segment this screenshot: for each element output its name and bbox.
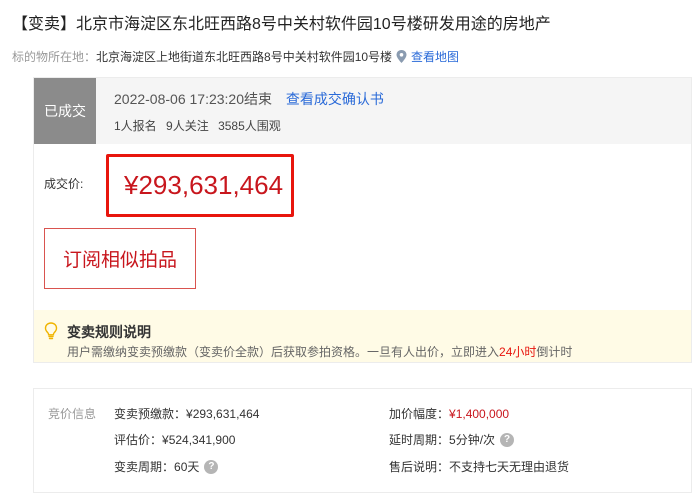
period-row: 变卖周期： 60天 ?: [114, 458, 219, 475]
rules-title: 变卖规则说明: [67, 324, 151, 340]
deposit-row: 变卖预缴款： ¥293,631,464: [114, 405, 259, 422]
rules-text-after: 倒计时: [536, 345, 573, 359]
period-help-icon[interactable]: ?: [204, 459, 219, 474]
page-title: 【变卖】北京市海淀区东北旺西路8号中关村软件园10号楼研发用途的房地产: [12, 16, 551, 33]
follower-count: 9人关注: [166, 119, 209, 133]
increment-label: 加价幅度：: [389, 407, 450, 421]
extension-help-icon[interactable]: ?: [500, 432, 515, 447]
viewer-count: 3585人围观: [218, 119, 281, 133]
location-row: 标的物所在地： 北京海淀区上地街道东北旺西路8号中关村软件园10号楼 查看地图: [12, 48, 459, 65]
deposit-label: 变卖预缴款：: [114, 407, 187, 421]
increment-row: 加价幅度： ¥1,400,000: [389, 405, 509, 422]
signup-count: 1人报名: [114, 119, 157, 133]
appraisal-value: ¥524,341,900: [162, 432, 236, 447]
appraisal-row: 评估价： ¥524,341,900: [114, 431, 235, 448]
bidding-info-panel: 竞价信息 变卖预缴款： ¥293,631,464 加价幅度： ¥1,400,00…: [33, 388, 692, 493]
status-bar: 已成交 2022-08-06 17:23:20结束 查看成交确认书 1人报名 9…: [34, 78, 691, 144]
extension-row: 延时周期： 5分钟/次 ?: [389, 431, 515, 448]
auction-result-panel: 已成交 2022-08-06 17:23:20结束 查看成交确认书 1人报名 9…: [33, 77, 692, 363]
deposit-value: ¥293,631,464: [186, 406, 260, 421]
rules-notice: 变卖规则说明 用户需缴纳变卖预缴款（变卖价全款）后获取参拍资格。一旦有人出价，立…: [34, 310, 691, 362]
end-time-row: 2022-08-06 17:23:20结束 查看成交确认书: [114, 89, 384, 109]
location-address: 北京海淀区上地街道东北旺西路8号中关村软件园10号楼: [96, 50, 393, 64]
location-label: 标的物所在地：: [12, 50, 97, 64]
extension-value: 5分钟/次: [449, 433, 496, 447]
view-confirmation-link[interactable]: 查看成交确认书: [286, 91, 384, 107]
rules-text: 用户需缴纳变卖预缴款（变卖价全款）后获取参拍资格。一旦有人出价，立即进入24小时…: [67, 343, 572, 360]
aftersale-value: 不支持七天无理由退货: [449, 460, 570, 474]
aftersale-label: 售后说明：: [389, 460, 450, 474]
period-value: 60天: [174, 460, 200, 474]
deal-price-highlight: ¥293,631,464: [106, 154, 294, 217]
auction-stats: 1人报名 9人关注 3585人围观: [114, 117, 287, 134]
extension-label: 延时周期：: [389, 433, 450, 447]
rules-text-before: 用户需缴纳变卖预缴款（变卖价全款）后获取参拍资格。一旦有人出价，立即进入: [67, 345, 500, 359]
appraisal-label: 评估价：: [114, 433, 163, 447]
status-badge: 已成交: [34, 78, 96, 144]
map-pin-icon: [396, 50, 407, 63]
bidding-info-label: 竞价信息: [48, 407, 97, 421]
subscribe-similar-button[interactable]: 订阅相似拍品: [44, 228, 196, 289]
aftersale-row: 售后说明： 不支持七天无理由退货: [389, 458, 569, 475]
increment-value: ¥1,400,000: [449, 406, 510, 421]
end-time: 2022-08-06 17:23:20结束: [114, 91, 272, 107]
deal-price-label: 成交价:: [44, 177, 84, 191]
deal-price-value: ¥293,631,464: [124, 170, 284, 200]
lightbulb-icon: [44, 322, 58, 340]
period-label: 变卖周期：: [114, 460, 175, 474]
view-map-link[interactable]: 查看地图: [411, 48, 459, 65]
rules-text-highlight: 24小时: [499, 345, 537, 359]
